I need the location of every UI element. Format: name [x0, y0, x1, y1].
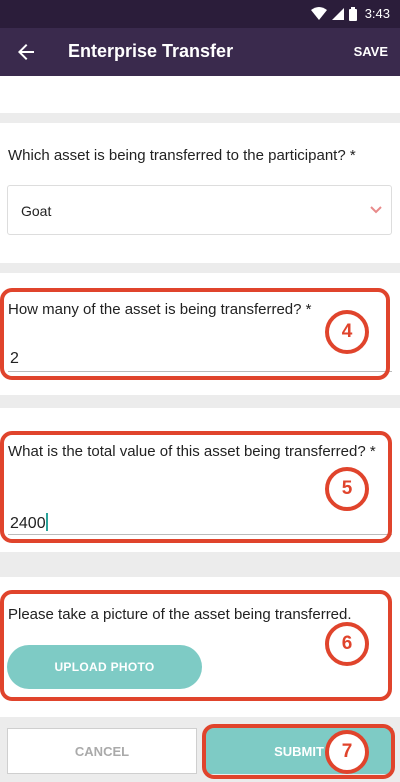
asset-photo-label: Please take a picture of the asset being…	[8, 606, 352, 623]
asset-value-field[interactable]: 2400	[8, 511, 392, 535]
status-time: 3:43	[364, 6, 390, 21]
annotation-badge-5: 5	[325, 467, 369, 511]
wifi-icon	[310, 7, 327, 20]
annotation-badge-7: 7	[325, 730, 369, 774]
form-content[interactable]: Which asset is being transferred to the …	[0, 76, 400, 722]
asset-quantity-field[interactable]: 2	[8, 348, 392, 372]
footer-bar: CANCEL SUBMIT 7	[0, 722, 400, 782]
page-title: Enterprise Transfer	[68, 41, 234, 61]
app-bar: Enterprise Transfer SAVE	[0, 28, 400, 76]
asset-quantity-label: How many of the asset is being transferr…	[8, 301, 312, 318]
previous-question-card	[0, 76, 400, 113]
asset-type-card: Which asset is being transferred to the …	[0, 123, 400, 263]
asset-type-value: Goat	[21, 203, 52, 219]
asset-type-label: Which asset is being transferred to the …	[8, 147, 356, 164]
chevron-down-icon	[370, 206, 382, 214]
save-button[interactable]: SAVE	[354, 44, 388, 59]
signal-icon	[331, 7, 344, 20]
battery-icon	[348, 6, 357, 21]
annotation-badge-4: 4	[325, 310, 369, 354]
asset-type-select[interactable]: Goat	[7, 185, 392, 235]
status-icons: 3:43	[310, 6, 390, 21]
asset-value-label: What is the total value of this asset be…	[8, 443, 376, 460]
status-bar: 3:43	[0, 0, 400, 28]
cancel-button[interactable]: CANCEL	[7, 728, 197, 774]
asset-value-input: 2400	[10, 513, 48, 533]
asset-value-text: 2400	[10, 515, 46, 532]
annotation-badge-6: 6	[325, 622, 369, 666]
text-caret	[45, 513, 48, 531]
back-arrow-icon[interactable]	[14, 40, 38, 64]
asset-quantity-value: 2	[10, 350, 19, 367]
upload-photo-button[interactable]: UPLOAD PHOTO	[7, 645, 202, 689]
